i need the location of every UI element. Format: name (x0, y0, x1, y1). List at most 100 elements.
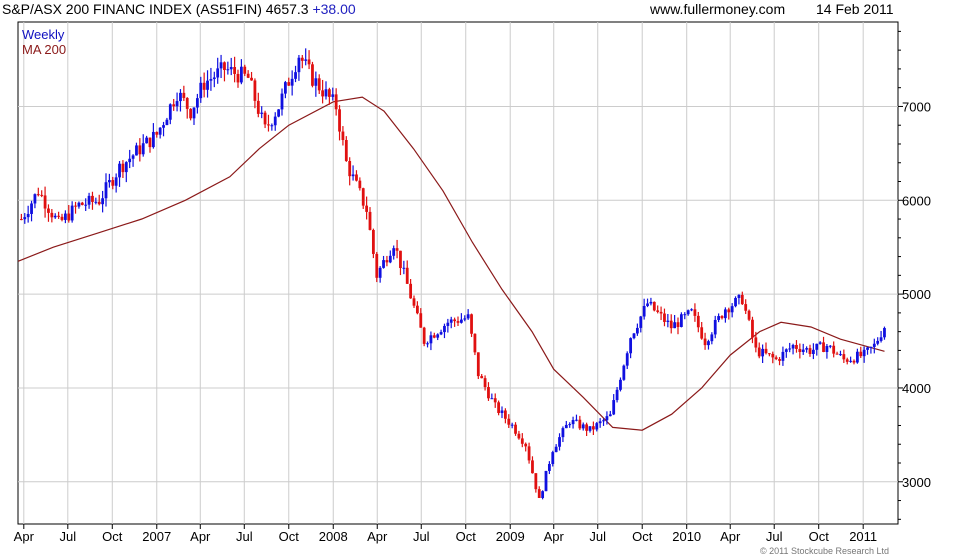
candle-body (771, 353, 775, 358)
candle-body (761, 348, 765, 357)
candle-body (371, 229, 375, 254)
x-tick-label: Oct (279, 529, 300, 544)
candle-body (239, 66, 243, 83)
candle-body (19, 219, 23, 221)
candle-body (612, 400, 616, 415)
candle-body (182, 92, 186, 98)
candle-body (487, 387, 490, 399)
candle-body (568, 424, 572, 426)
candle-body (331, 94, 335, 97)
candle-body (419, 313, 423, 328)
x-tick-label: Oct (102, 529, 123, 544)
candle-body (429, 335, 433, 344)
candle-body (690, 309, 693, 311)
candle-body (446, 322, 450, 326)
candle-body (720, 316, 724, 319)
candle-body (466, 314, 470, 319)
candle-body (378, 267, 382, 278)
candle-body (859, 351, 863, 357)
candle-body (503, 410, 507, 419)
candle-body (63, 213, 67, 220)
candle-body (432, 335, 436, 338)
candle-body (767, 353, 771, 355)
candle-body (111, 180, 115, 186)
candle-body (317, 78, 321, 91)
candle-body (619, 379, 622, 390)
candle-body (443, 325, 446, 333)
candle-body (341, 131, 345, 141)
candle-body (602, 420, 605, 422)
candle-body (480, 376, 484, 379)
candle-body (524, 443, 528, 447)
x-tick-label: 2011 (849, 529, 877, 544)
candle-body (338, 109, 341, 132)
candle-body (459, 319, 463, 323)
candle-body (375, 253, 379, 278)
candle-body (453, 319, 457, 322)
candle-body (866, 347, 869, 350)
candle-body (141, 143, 145, 155)
candle-body (23, 217, 27, 220)
candle-body (294, 72, 297, 79)
candle-body (104, 182, 108, 199)
candle-body (355, 174, 358, 181)
candle-body (585, 424, 589, 431)
candle-body (267, 124, 270, 126)
candle-body (229, 67, 233, 70)
candle-body (564, 424, 568, 429)
legend-entry: MA 200 (22, 42, 66, 57)
candle-body (669, 320, 673, 329)
candle-body (324, 89, 328, 97)
plot-frame (17, 21, 899, 525)
candle-body (361, 188, 365, 206)
candle-body (693, 309, 697, 316)
candle-body (250, 77, 253, 81)
candle-body (470, 314, 473, 334)
candle-body (588, 426, 592, 431)
candle-body (517, 433, 521, 439)
candle-body (219, 62, 223, 69)
candle-body (43, 195, 47, 209)
candle-body (554, 446, 558, 453)
candle-body (801, 349, 805, 352)
candle-body (852, 360, 856, 363)
candle-body (591, 426, 595, 430)
x-tick-label: Apr (190, 529, 211, 544)
candle-body (94, 201, 98, 203)
candle-body (598, 421, 602, 424)
candle-body (700, 327, 704, 339)
candle-body (206, 80, 209, 90)
x-tick-label: Apr (544, 529, 565, 544)
candle-body (541, 491, 545, 498)
candle-body (544, 470, 548, 492)
candle-body (368, 211, 372, 230)
candle-body (740, 294, 744, 305)
candle-body (571, 420, 575, 425)
candle-body (365, 205, 369, 212)
candle-body (256, 100, 260, 114)
candle-body (683, 314, 687, 316)
candle-body (463, 318, 467, 320)
candle-body (283, 82, 287, 94)
candle-body (84, 204, 88, 206)
candle-body (80, 202, 84, 205)
candle-body (527, 446, 531, 461)
candle-body (659, 311, 663, 314)
candle-body (558, 437, 561, 447)
candle-body (138, 145, 142, 155)
candle-body (710, 334, 714, 342)
candle-body (825, 346, 829, 352)
price-chart: 3000 4000 5000 6000 7000 Apr Jul Oct 2007 Apr Jul O… (14, 21, 931, 544)
candle-body (304, 59, 308, 61)
candle-body (652, 301, 656, 311)
candle-body (764, 348, 768, 354)
candle-body (537, 489, 541, 498)
candle-body (757, 347, 761, 357)
x-tick-label: Apr (14, 529, 35, 544)
candle-body (436, 334, 440, 338)
candle-body (649, 301, 653, 304)
candle-body (121, 163, 125, 173)
candle-body (53, 215, 57, 218)
candle-body (727, 309, 731, 313)
candle-body (561, 428, 565, 438)
